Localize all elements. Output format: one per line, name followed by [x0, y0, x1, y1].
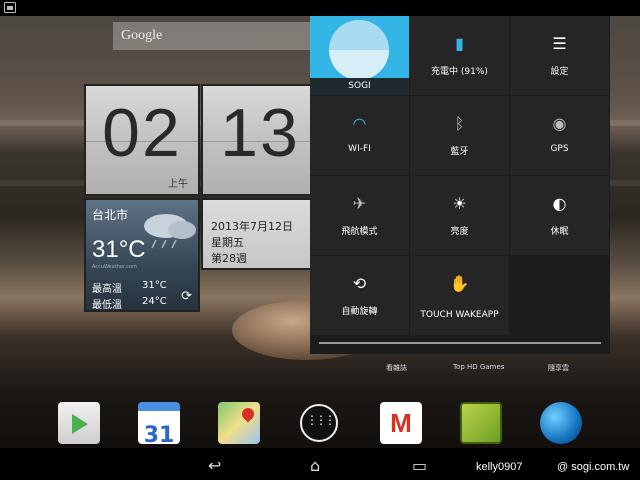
tile-sleep-label: 休眠	[550, 227, 569, 237]
tile-airplane-label: 飛航模式	[341, 227, 378, 237]
browser-globe-icon[interactable]	[540, 402, 582, 444]
tile-wifi[interactable]: ◠ WI-FI	[310, 96, 409, 175]
tile-gps-label: GPS	[550, 144, 569, 154]
quick-settings-handle[interactable]	[319, 342, 601, 344]
weather-widget[interactable]: 台北市 31°C AccuWeather.com 最高溫 31°C 最低溫 24…	[84, 198, 200, 312]
tile-bluetooth-label: 藍牙	[450, 147, 469, 157]
weather-high-label: 最高溫	[92, 284, 122, 295]
tile-rotate[interactable]: ⟲ 自動旋轉	[310, 256, 409, 335]
tile-wifi-label: WI-FI	[348, 144, 371, 154]
app-label-magazine[interactable]: 看雜誌	[386, 363, 407, 373]
date-full: 2013年7月12日	[211, 220, 293, 233]
user-avatar-icon	[329, 20, 389, 80]
weather-low-value: 24°C	[142, 296, 167, 307]
clock-ampm: 上午	[168, 179, 188, 190]
tile-brightness[interactable]: ☀ 亮度	[410, 176, 509, 255]
tile-rotate-label: 自動旋轉	[341, 307, 378, 317]
auto-rotate-icon: ⟲	[352, 274, 367, 293]
app-label-games[interactable]: Top HD Games	[453, 363, 504, 371]
weather-temp: 31°C	[92, 236, 146, 263]
battery-charging-icon: ▮	[455, 34, 464, 53]
tile-battery[interactable]: ▮ 充電中 (91%)	[410, 16, 509, 95]
brightness-icon: ☀	[452, 194, 467, 213]
game-app-icon[interactable]	[460, 402, 502, 444]
gmail-icon[interactable]	[380, 402, 422, 444]
recent-apps-icon[interactable]: ▭	[412, 456, 427, 475]
tile-touch-wakeapp-label: TOUCH WAKEAPP	[420, 310, 499, 320]
google-search-label: Google	[121, 28, 163, 43]
weather-low-label: 最低溫	[92, 300, 122, 311]
settings-sliders-icon: ☰	[552, 34, 567, 53]
clock-minute-widget[interactable]: 13	[201, 84, 319, 196]
airplane-icon: ✈	[352, 194, 367, 213]
home-icon[interactable]: ⌂	[310, 456, 320, 475]
google-search-bar[interactable]: Google	[113, 22, 323, 50]
app-drawer-icon[interactable]	[300, 404, 338, 442]
date-weekday: 星期五	[211, 236, 244, 249]
status-bar	[0, 0, 640, 16]
tile-gps[interactable]: ◉ GPS	[510, 96, 609, 175]
tile-brightness-label: 亮度	[450, 227, 469, 237]
sleep-icon: ◐	[552, 194, 567, 213]
refresh-icon[interactable]: ⟳	[181, 289, 192, 304]
screenshot-notification-icon	[4, 2, 16, 13]
date-week: 第28週	[211, 252, 247, 265]
calendar-icon[interactable]: 31	[138, 402, 180, 448]
bluetooth-icon: ᛒ	[454, 114, 465, 133]
play-store-icon[interactable]	[58, 402, 100, 444]
weather-high-value: 31°C	[142, 280, 167, 291]
tile-user-label: SOGI	[348, 81, 371, 91]
watermark-user: kelly0907	[476, 461, 523, 473]
watermark-site: @ sogi.com.tw	[557, 461, 630, 473]
tile-sleep[interactable]: ◐ 休眠	[510, 176, 609, 255]
app-label-share[interactable]: 隨享雲	[548, 363, 569, 373]
tile-settings-label: 設定	[550, 67, 569, 77]
tile-bluetooth[interactable]: ᛒ 藍牙	[410, 96, 509, 175]
weather-city: 台北市	[92, 208, 129, 222]
gps-icon: ◉	[552, 114, 567, 133]
navigation-bar: ↩ ⌂ ▭	[0, 448, 640, 480]
wifi-icon: ◠	[352, 114, 367, 133]
clock-hour-widget[interactable]: 02 上午	[84, 84, 200, 196]
tile-touch-wakeapp[interactable]: ✋ TOUCH WAKEAPP	[410, 256, 509, 335]
tile-battery-label: 充電中 (91%)	[431, 67, 488, 77]
date-widget[interactable]: 2013年7月12日 星期五 第28週	[201, 198, 319, 270]
maps-icon[interactable]	[218, 402, 260, 444]
tile-airplane[interactable]: ✈ 飛航模式	[310, 176, 409, 255]
back-icon[interactable]: ↩	[208, 456, 221, 475]
quick-settings-panel: SOGI ▮ 充電中 (91%) ☰ 設定 ◠ WI-FI ᛒ 藍牙 ◉ GPS…	[310, 16, 610, 354]
tile-settings[interactable]: ☰ 設定	[510, 16, 609, 95]
weather-source: AccuWeather.com	[92, 264, 137, 270]
clock-minute: 13	[220, 95, 300, 171]
clock-hour: 02	[102, 95, 182, 171]
tile-user[interactable]: SOGI	[310, 16, 409, 95]
touch-hand-icon: ✋	[449, 274, 470, 293]
